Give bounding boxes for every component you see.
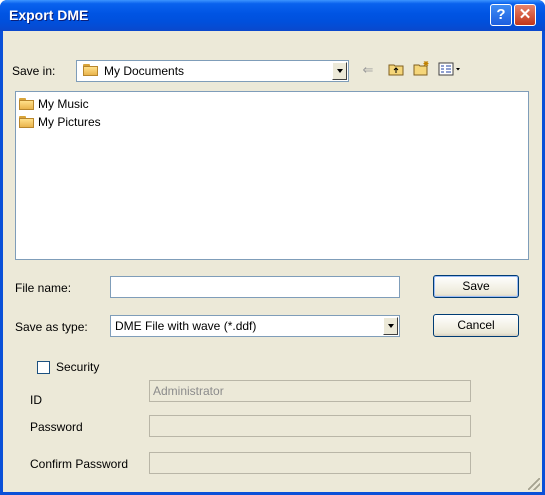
password-label: Password bbox=[30, 420, 83, 434]
chevron-down-icon[interactable] bbox=[332, 62, 347, 80]
save-as-type-label: Save as type: bbox=[15, 320, 88, 334]
file-name-input[interactable] bbox=[110, 276, 400, 298]
new-folder-icon[interactable] bbox=[413, 60, 431, 76]
my-documents-folder-icon bbox=[83, 64, 99, 77]
save-button[interactable]: Save bbox=[433, 275, 519, 298]
password-field[interactable] bbox=[149, 415, 471, 437]
dialog-body: Save in: My Documents ⇐ My Music My Pict… bbox=[3, 31, 542, 492]
view-menu-icon[interactable] bbox=[438, 62, 462, 78]
resize-grip-icon[interactable] bbox=[528, 478, 540, 490]
save-in-dropdown[interactable]: My Documents bbox=[76, 60, 349, 82]
file-list[interactable]: My Music My Pictures bbox=[15, 91, 529, 260]
music-folder-icon bbox=[19, 98, 35, 111]
pictures-folder-icon bbox=[19, 116, 35, 129]
save-as-type-dropdown[interactable]: DME File with wave (*.ddf) bbox=[110, 315, 400, 337]
cancel-button[interactable]: Cancel bbox=[433, 314, 519, 337]
security-label: Security bbox=[56, 360, 100, 374]
id-label: ID bbox=[30, 393, 42, 407]
list-item[interactable]: My Pictures bbox=[19, 115, 101, 130]
title-bar[interactable]: Export DME ? ✕ bbox=[0, 0, 545, 31]
list-item-label: My Music bbox=[38, 97, 89, 111]
confirm-password-label: Confirm Password bbox=[30, 457, 129, 471]
save-as-type-value: DME File with wave (*.ddf) bbox=[115, 319, 257, 333]
help-button[interactable]: ? bbox=[490, 4, 512, 26]
save-in-value: My Documents bbox=[104, 64, 185, 78]
id-field[interactable]: Administrator bbox=[149, 380, 471, 402]
chevron-down-icon[interactable] bbox=[383, 317, 398, 335]
up-folder-icon[interactable] bbox=[387, 62, 405, 78]
dialog-title: Export DME bbox=[9, 7, 89, 23]
list-item[interactable]: My Music bbox=[19, 97, 89, 112]
export-dme-dialog: Export DME ? ✕ Save in: My Documents ⇐ M… bbox=[0, 0, 545, 495]
security-checkbox[interactable] bbox=[37, 361, 50, 374]
list-item-label: My Pictures bbox=[38, 115, 101, 129]
save-in-label: Save in: bbox=[12, 64, 56, 78]
file-name-label: File name: bbox=[15, 281, 72, 295]
close-button[interactable]: ✕ bbox=[514, 4, 536, 26]
confirm-password-field[interactable] bbox=[149, 452, 471, 474]
back-arrow-icon[interactable]: ⇐ bbox=[359, 62, 377, 78]
